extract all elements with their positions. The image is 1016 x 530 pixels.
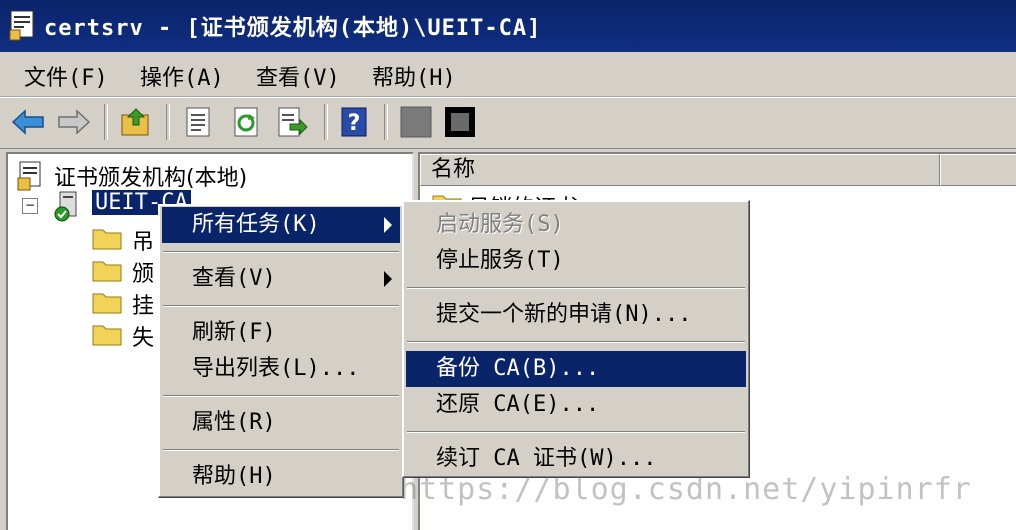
ca-server-icon — [52, 190, 82, 222]
menu-item-properties[interactable]: 属性(R) — [162, 405, 400, 441]
column-header-empty[interactable] — [940, 154, 1016, 186]
tree-item-revoked[interactable]: 吊 — [132, 224, 154, 256]
menu-separator — [407, 341, 745, 343]
refresh-icon[interactable] — [228, 104, 264, 140]
toolbar: ? — [0, 97, 1016, 149]
up-folder-icon[interactable] — [118, 104, 154, 140]
forward-arrow-icon[interactable] — [56, 104, 92, 140]
menu-item-stop-service[interactable]: 停止服务(T) — [406, 243, 746, 279]
collapse-toggle[interactable]: − — [22, 198, 38, 214]
submenu-arrow-icon — [384, 271, 392, 287]
folder-icon — [92, 258, 122, 282]
menu-separator — [407, 431, 745, 433]
tree-item-failed[interactable]: 失 — [132, 320, 154, 352]
tree-item-pending[interactable]: 挂 — [132, 288, 154, 320]
menu-help[interactable]: 帮助(H) — [368, 58, 460, 94]
menu-item-all-tasks[interactable]: 所有任务(K) — [162, 207, 400, 243]
stop-service-icon[interactable] — [442, 104, 478, 140]
toolbar-separator — [384, 104, 388, 140]
menu-item-submit-request[interactable]: 提交一个新的申请(N)... — [406, 297, 746, 333]
menu-separator — [163, 449, 399, 451]
menu-item-export-list[interactable]: 导出列表(L)... — [162, 351, 400, 387]
certificate-authority-icon — [16, 160, 46, 192]
toolbar-separator — [104, 104, 108, 140]
toolbar-separator — [324, 104, 328, 140]
export-list-icon[interactable] — [274, 104, 310, 140]
menu-action[interactable]: 操作(A) — [136, 58, 228, 94]
folder-icon — [92, 290, 122, 314]
column-header-name[interactable]: 名称 — [420, 154, 940, 186]
menu-separator — [407, 287, 745, 289]
context-menu: 所有任务(K) 查看(V) 刷新(F) 导出列表(L)... 属性(R) 帮助(… — [158, 204, 404, 498]
menu-item-view[interactable]: 查看(V) — [162, 261, 400, 297]
menu-view[interactable]: 查看(V) — [252, 58, 344, 94]
folder-icon — [92, 226, 122, 250]
submenu-arrow-icon — [384, 217, 392, 233]
folder-icon — [92, 322, 122, 346]
properties-icon[interactable] — [180, 104, 216, 140]
menu-separator — [163, 251, 399, 253]
tree-item-issued[interactable]: 颁 — [132, 256, 154, 288]
certsrv-app-icon — [8, 8, 38, 42]
back-arrow-icon[interactable] — [10, 104, 46, 140]
toolbar-separator — [166, 104, 170, 140]
start-service-icon[interactable] — [398, 104, 434, 140]
svg-text:?: ? — [348, 111, 361, 136]
menu-bar: 文件(F) 操作(A) 查看(V) 帮助(H) — [0, 52, 1016, 97]
menu-separator — [163, 395, 399, 397]
all-tasks-submenu: 启动服务(S) 停止服务(T) 提交一个新的申请(N)... 备份 CA(B).… — [402, 200, 750, 478]
window-title: certsrv - [证书颁发机构(本地)\UEIT-CA] — [44, 16, 542, 41]
tree-root-label[interactable]: 证书颁发机构(本地) — [54, 160, 247, 192]
menu-separator — [163, 305, 399, 307]
title-bar: certsrv - [证书颁发机构(本地)\UEIT-CA] — [0, 0, 1016, 52]
menu-item-restore-ca[interactable]: 还原 CA(E)... — [406, 387, 746, 423]
menu-item-start-service[interactable]: 启动服务(S) — [406, 207, 746, 243]
menu-item-refresh[interactable]: 刷新(F) — [162, 315, 400, 351]
menu-item-backup-ca[interactable]: 备份 CA(B)... — [406, 351, 746, 387]
help-icon[interactable]: ? — [336, 104, 372, 140]
menu-file[interactable]: 文件(F) — [20, 58, 112, 94]
menu-item-help[interactable]: 帮助(H) — [162, 459, 400, 495]
watermark-text: https://blog.csdn.net/yipinrfr — [400, 472, 972, 507]
